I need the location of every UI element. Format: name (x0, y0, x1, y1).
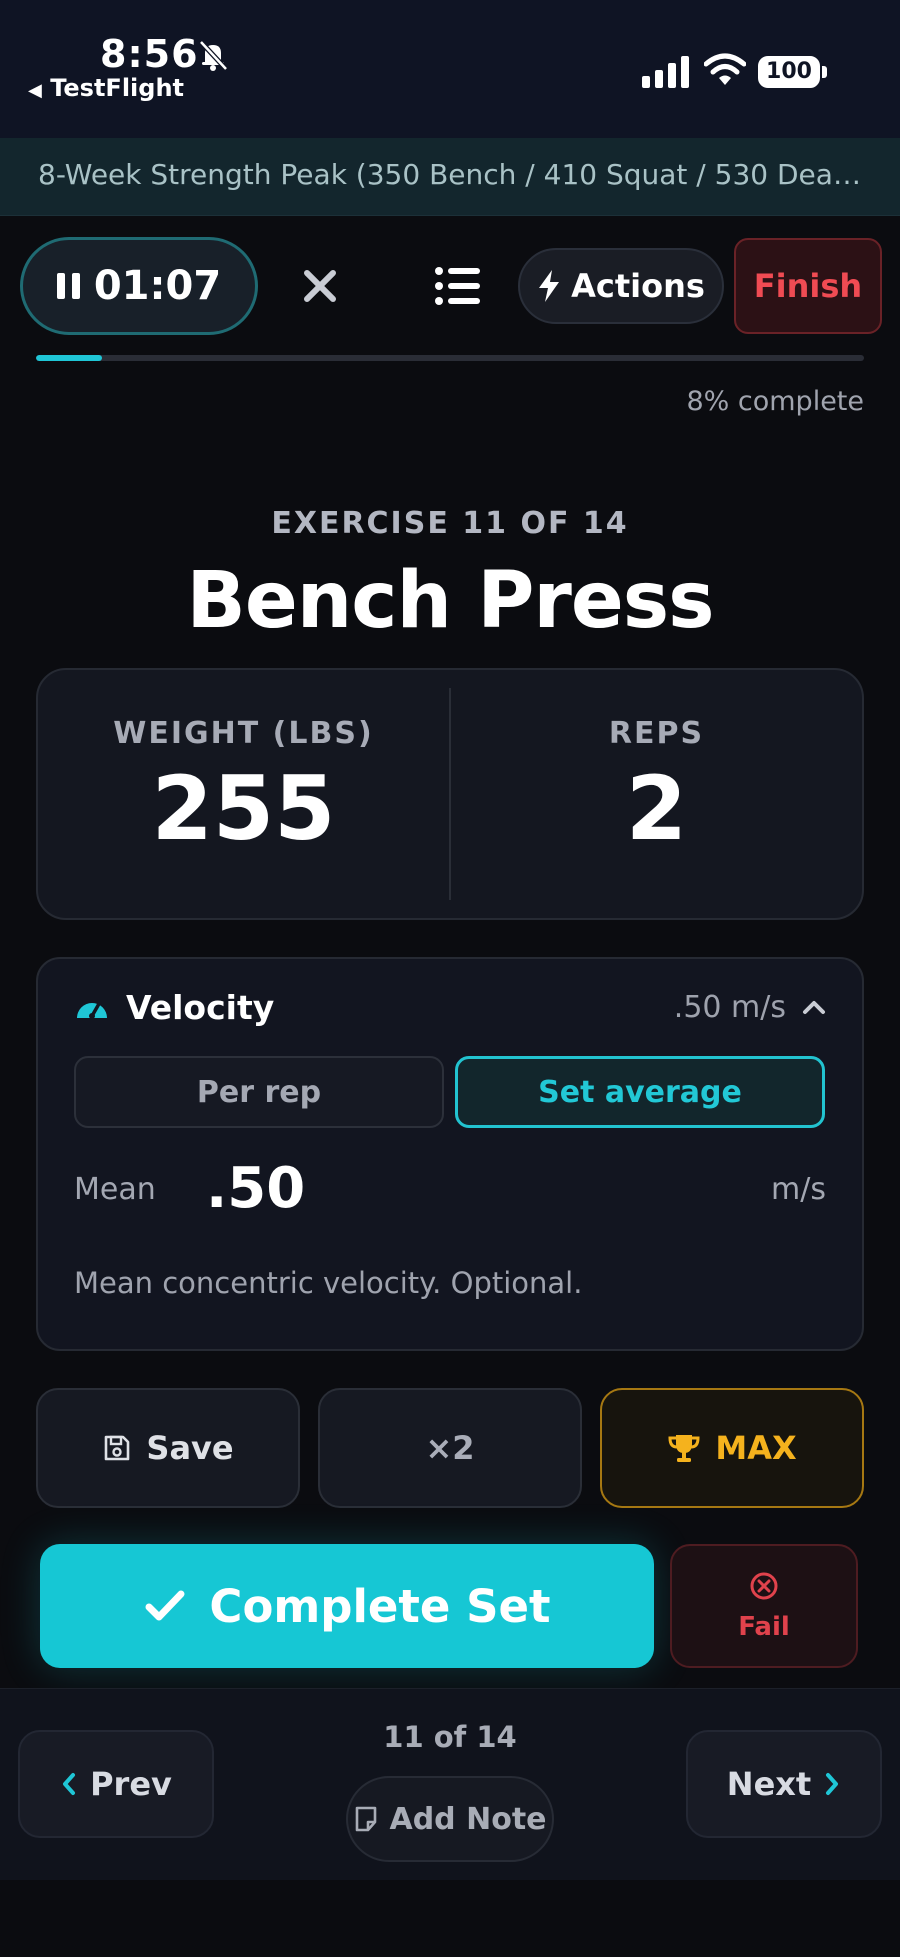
list-icon[interactable] (430, 258, 486, 314)
program-title[interactable]: 8-Week Strength Peak (350 Bench / 410 Sq… (38, 158, 868, 191)
duplicate-set-button[interactable]: ×2 (318, 1388, 582, 1508)
chevron-left-icon (63, 1773, 76, 1795)
wifi-icon (704, 53, 746, 85)
per-rep-toggle[interactable]: Per rep (74, 1056, 444, 1128)
prev-label: Prev (90, 1765, 172, 1803)
actions-button[interactable]: Actions (518, 248, 724, 324)
battery-indicator: 100 (758, 56, 820, 88)
reps-value: 2 (625, 757, 688, 860)
fail-button[interactable]: Fail (670, 1544, 858, 1668)
finish-button[interactable]: Finish (734, 238, 882, 334)
home-indicator-area (0, 1880, 900, 1957)
battery-tip (822, 66, 827, 78)
exercise-index: EXERCISE 11 OF 14 (271, 506, 629, 541)
save-icon (105, 1435, 130, 1461)
save-label: Save (146, 1429, 234, 1467)
close-icon[interactable] (290, 256, 350, 316)
add-note-label: Add Note (389, 1801, 547, 1837)
chevron-up-icon[interactable] (800, 994, 828, 1020)
fail-circle-icon (750, 1572, 778, 1600)
pause-icon (56, 273, 80, 299)
complete-set-button[interactable]: Complete Set (40, 1544, 654, 1668)
mean-velocity-input[interactable]: .50 (206, 1156, 305, 1221)
velocity-help-text: Mean concentric velocity. Optional. (74, 1266, 583, 1300)
progress-fill (36, 355, 103, 361)
mean-unit: m/s (771, 1172, 826, 1207)
exercise-title: Bench Press (186, 556, 714, 646)
chevron-right-icon (826, 1773, 839, 1795)
max-label: MAX (715, 1429, 797, 1467)
complete-set-label: Complete Set (209, 1579, 551, 1633)
back-to-app-link[interactable]: ◀ TestFlight (28, 74, 184, 102)
timer-value: 01:07 (93, 263, 222, 309)
exercise-counter: 11 of 14 (383, 1720, 517, 1754)
actions-label: Actions (571, 267, 705, 305)
multiplier-label: ×2 (425, 1429, 475, 1467)
next-exercise-button[interactable]: Next (686, 1730, 882, 1838)
fail-label: Fail (738, 1612, 790, 1642)
rest-timer-button[interactable]: 01:07 (20, 237, 258, 335)
status-time: 8:56 (100, 32, 199, 76)
reps-label: REPS (608, 716, 705, 751)
lightning-icon (539, 270, 560, 302)
gauge-icon (77, 1000, 107, 1019)
check-icon (145, 1590, 185, 1621)
trophy-icon (668, 1435, 700, 1462)
weight-label: WEIGHT (LBS) (113, 716, 374, 751)
save-button[interactable]: Save (36, 1388, 300, 1508)
reps-field[interactable]: REPS 2 (451, 668, 862, 920)
weight-value: 255 (151, 757, 336, 860)
weight-field[interactable]: WEIGHT (LBS) 255 (38, 668, 449, 920)
max-button[interactable]: MAX (600, 1388, 864, 1508)
signal-icon (642, 56, 689, 88)
back-arrow-icon: ◀ (28, 80, 42, 101)
prev-exercise-button[interactable]: Prev (18, 1730, 214, 1838)
progress-label: 8% complete (686, 386, 864, 417)
velocity-title[interactable]: Velocity (126, 988, 274, 1027)
mean-label: Mean (74, 1172, 156, 1207)
set-average-toggle[interactable]: Set average (455, 1056, 825, 1128)
back-app-label: TestFlight (50, 74, 185, 102)
bell-slash-icon (199, 40, 228, 71)
workout-progress-bar (36, 355, 864, 361)
add-note-button[interactable]: Add Note (346, 1776, 554, 1862)
note-icon (356, 1806, 377, 1832)
finish-label: Finish (753, 267, 863, 305)
velocity-summary: .50 m/s (673, 990, 786, 1025)
next-label: Next (726, 1765, 812, 1803)
